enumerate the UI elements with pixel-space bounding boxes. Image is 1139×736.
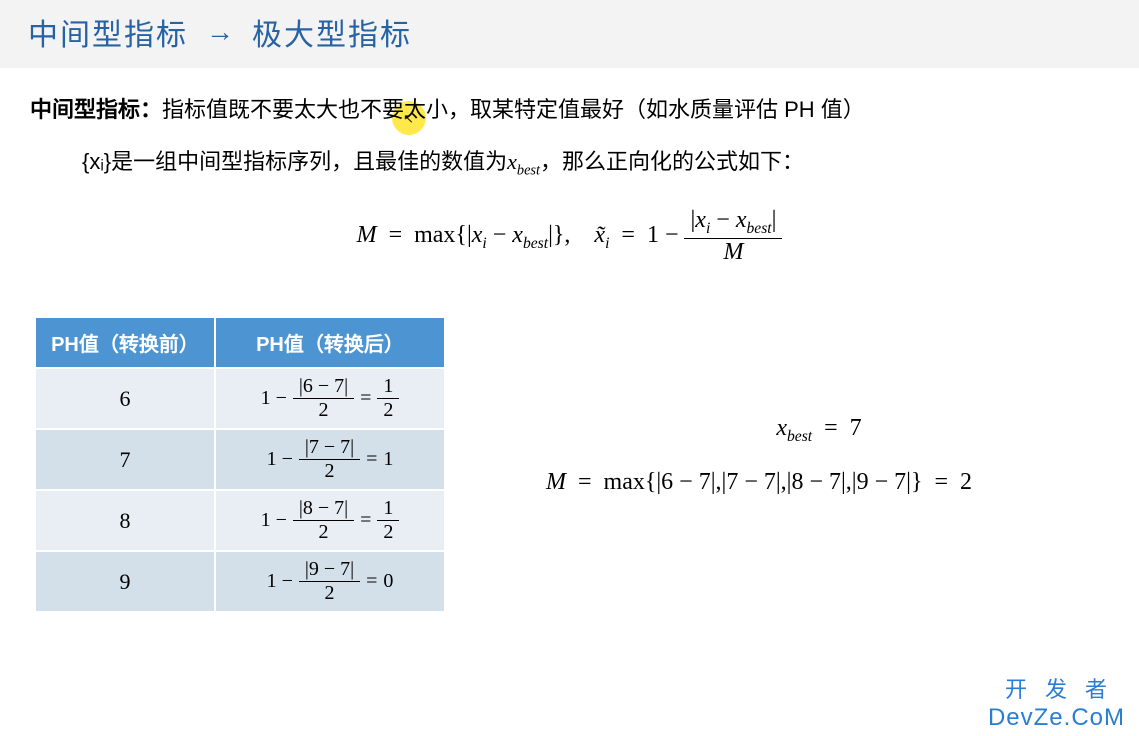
header-right-text: 极大型指标 [252, 10, 412, 54]
definition-line: ↖ 中间型指标：指标值既不要太大也不要太小，取某特定值最好（如水质量评估 PH … [30, 92, 1109, 124]
page-header: 中间型指标 → 极大型指标 [0, 0, 1139, 68]
side-calculations: xbest = 7 M = max{|6 − 7|,|7 − 7|,|8 − 7… [546, 406, 972, 505]
header-left-text: 中间型指标 [28, 10, 188, 54]
definition-text: 指标值既不要太大也不要太小，取某特定值最好（如水质量评估 PH 值） [162, 97, 865, 122]
table-row: 9 1 − |9 − 7|2 = 0 [35, 551, 445, 612]
watermark: 开发者 DevZe.CoM [988, 672, 1125, 732]
table-row: 8 1 − |8 − 7|2 = 12 [35, 490, 445, 551]
table-header-after: PH值（转换后） [215, 317, 445, 368]
content-area: ↖ 中间型指标：指标值既不要太大也不要太小，取某特定值最好（如水质量评估 PH … [0, 68, 1139, 613]
watermark-line1: 开发者 [988, 672, 1125, 704]
sequence-description: {xᵢ}是一组中间型指标序列，且最佳的数值为xbest，那么正向化的公式如下： [82, 144, 1109, 179]
arrow-right-icon: → [206, 16, 234, 48]
table-header-before: PH值（转换前） [35, 317, 215, 368]
definition-label: 中间型指标： [30, 97, 162, 122]
lower-area: PH值（转换前） PH值（转换后） 6 1 − |6 − 7|2 = 12 7 … [30, 316, 1109, 613]
table-row: 7 1 − |7 − 7|2 = 1 [35, 429, 445, 490]
watermark-line2: DevZe.CoM [988, 704, 1125, 732]
main-formula: M = max{|xi − xbest|}, x̃i = 1 − |xi − x… [30, 207, 1109, 266]
cursor-arrow-icon: ↖ [403, 111, 414, 127]
M-calculation: M = max{|6 − 7|,|7 − 7|,|8 − 7|,|9 − 7|}… [546, 460, 972, 506]
conversion-table: PH值（转换前） PH值（转换后） 6 1 − |6 − 7|2 = 12 7 … [34, 316, 446, 613]
table-row: 6 1 − |6 − 7|2 = 12 [35, 368, 445, 429]
xbest-value: xbest = 7 [666, 406, 972, 452]
